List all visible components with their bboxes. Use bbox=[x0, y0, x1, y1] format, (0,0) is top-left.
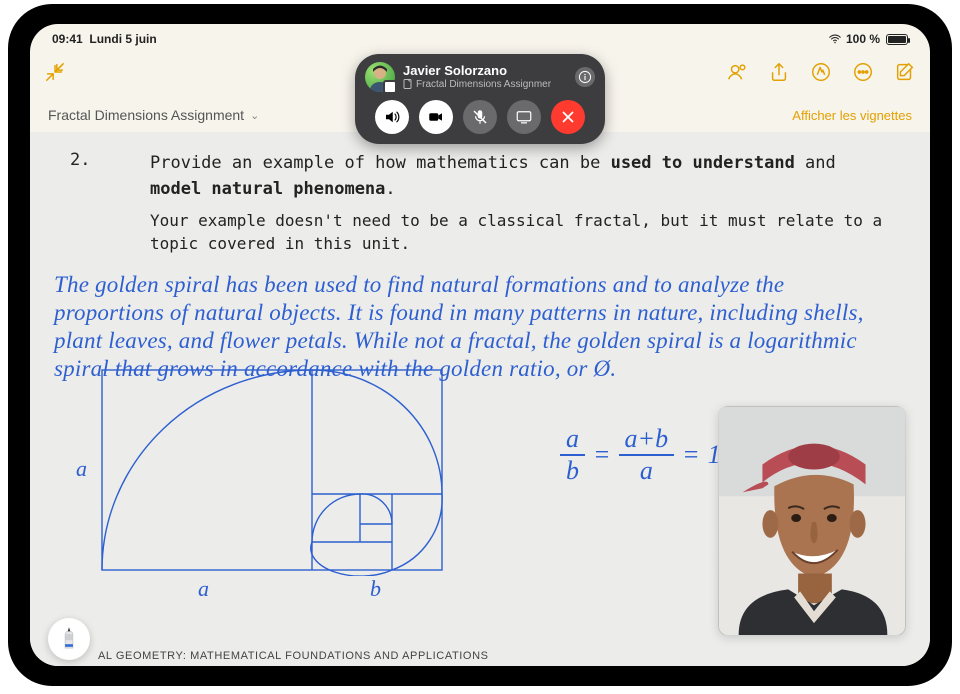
equals-1: = bbox=[593, 440, 611, 470]
screenshare-badge-icon bbox=[383, 80, 397, 94]
question-block: Provide an example of how mathematics ca… bbox=[150, 150, 894, 255]
info-icon[interactable] bbox=[575, 67, 595, 87]
rhs-top: a+b bbox=[619, 426, 675, 456]
status-left: 09:41 Lundi 5 juin bbox=[52, 32, 157, 46]
screen: 09:41 Lundi 5 juin 100 % bbox=[30, 24, 930, 666]
markup-icon[interactable] bbox=[810, 61, 832, 83]
collab-icon[interactable] bbox=[726, 61, 748, 83]
golden-spiral-drawing: a a b bbox=[98, 366, 458, 592]
prompt-mid: and bbox=[795, 153, 836, 173]
compose-icon[interactable] bbox=[894, 61, 916, 83]
mic-mute-button[interactable] bbox=[463, 100, 497, 134]
question-number: 2. bbox=[70, 150, 90, 170]
share-icon[interactable] bbox=[768, 61, 790, 83]
question-sub: Your example doesn't need to be a classi… bbox=[150, 209, 894, 255]
status-time: 09:41 bbox=[52, 32, 83, 46]
chevron-down-icon: ⌄ bbox=[250, 109, 259, 122]
spiral-label-left: a bbox=[76, 456, 87, 482]
caller-context: Fractal Dimensions Assignmer bbox=[403, 79, 551, 90]
speaker-button[interactable] bbox=[375, 100, 409, 134]
screenshare-button[interactable] bbox=[507, 100, 541, 134]
ipad-frame: 09:41 Lundi 5 juin 100 % bbox=[8, 4, 952, 686]
textbook-footer: AL GEOMETRY: MATHEMATICAL FOUNDATIONS AN… bbox=[98, 650, 489, 662]
fraction-rhs: a+b a bbox=[619, 426, 675, 484]
status-bar: 09:41 Lundi 5 juin 100 % bbox=[30, 28, 930, 50]
fraction-lhs: a b bbox=[560, 426, 585, 484]
wifi-icon bbox=[828, 32, 842, 46]
question-prompt: Provide an example of how mathematics ca… bbox=[150, 150, 894, 203]
equals-2: = bbox=[682, 440, 700, 470]
spiral-label-a: a bbox=[198, 576, 209, 602]
facetime-controls[interactable]: Javier Solorzano Fractal Dimensions Assi… bbox=[355, 54, 605, 144]
caller-avatar bbox=[365, 62, 395, 92]
doc-title[interactable]: Fractal Dimensions Assignment ⌄ bbox=[48, 107, 259, 123]
lhs-bot: b bbox=[566, 456, 579, 484]
show-thumbnails-button[interactable]: Afficher les vignettes bbox=[792, 108, 912, 123]
prompt-b1: used to understand bbox=[611, 153, 795, 173]
rhs-bot: a bbox=[640, 456, 653, 484]
prompt-pre: Provide an example of how mathematics ca… bbox=[150, 153, 611, 173]
lhs-top: a bbox=[560, 426, 585, 456]
caller-name: Javier Solorzano bbox=[403, 64, 551, 78]
camera-button[interactable] bbox=[419, 100, 453, 134]
prompt-post: . bbox=[385, 179, 395, 199]
facetime-pip[interactable] bbox=[718, 406, 906, 636]
battery-pct: 100 % bbox=[846, 32, 880, 46]
collapse-icon[interactable] bbox=[44, 61, 66, 83]
battery-icon bbox=[886, 34, 908, 45]
markup-tool-button[interactable] bbox=[48, 618, 90, 660]
more-icon[interactable] bbox=[852, 61, 874, 83]
end-call-button[interactable] bbox=[551, 100, 585, 134]
status-date: Lundi 5 juin bbox=[89, 32, 156, 46]
spiral-label-b: b bbox=[370, 576, 381, 602]
doc-title-text: Fractal Dimensions Assignment bbox=[48, 107, 244, 123]
prompt-b2: model natural phenomena bbox=[150, 179, 385, 199]
caller-doc: Fractal Dimensions Assignmer bbox=[416, 79, 551, 90]
status-right: 100 % bbox=[828, 32, 908, 46]
